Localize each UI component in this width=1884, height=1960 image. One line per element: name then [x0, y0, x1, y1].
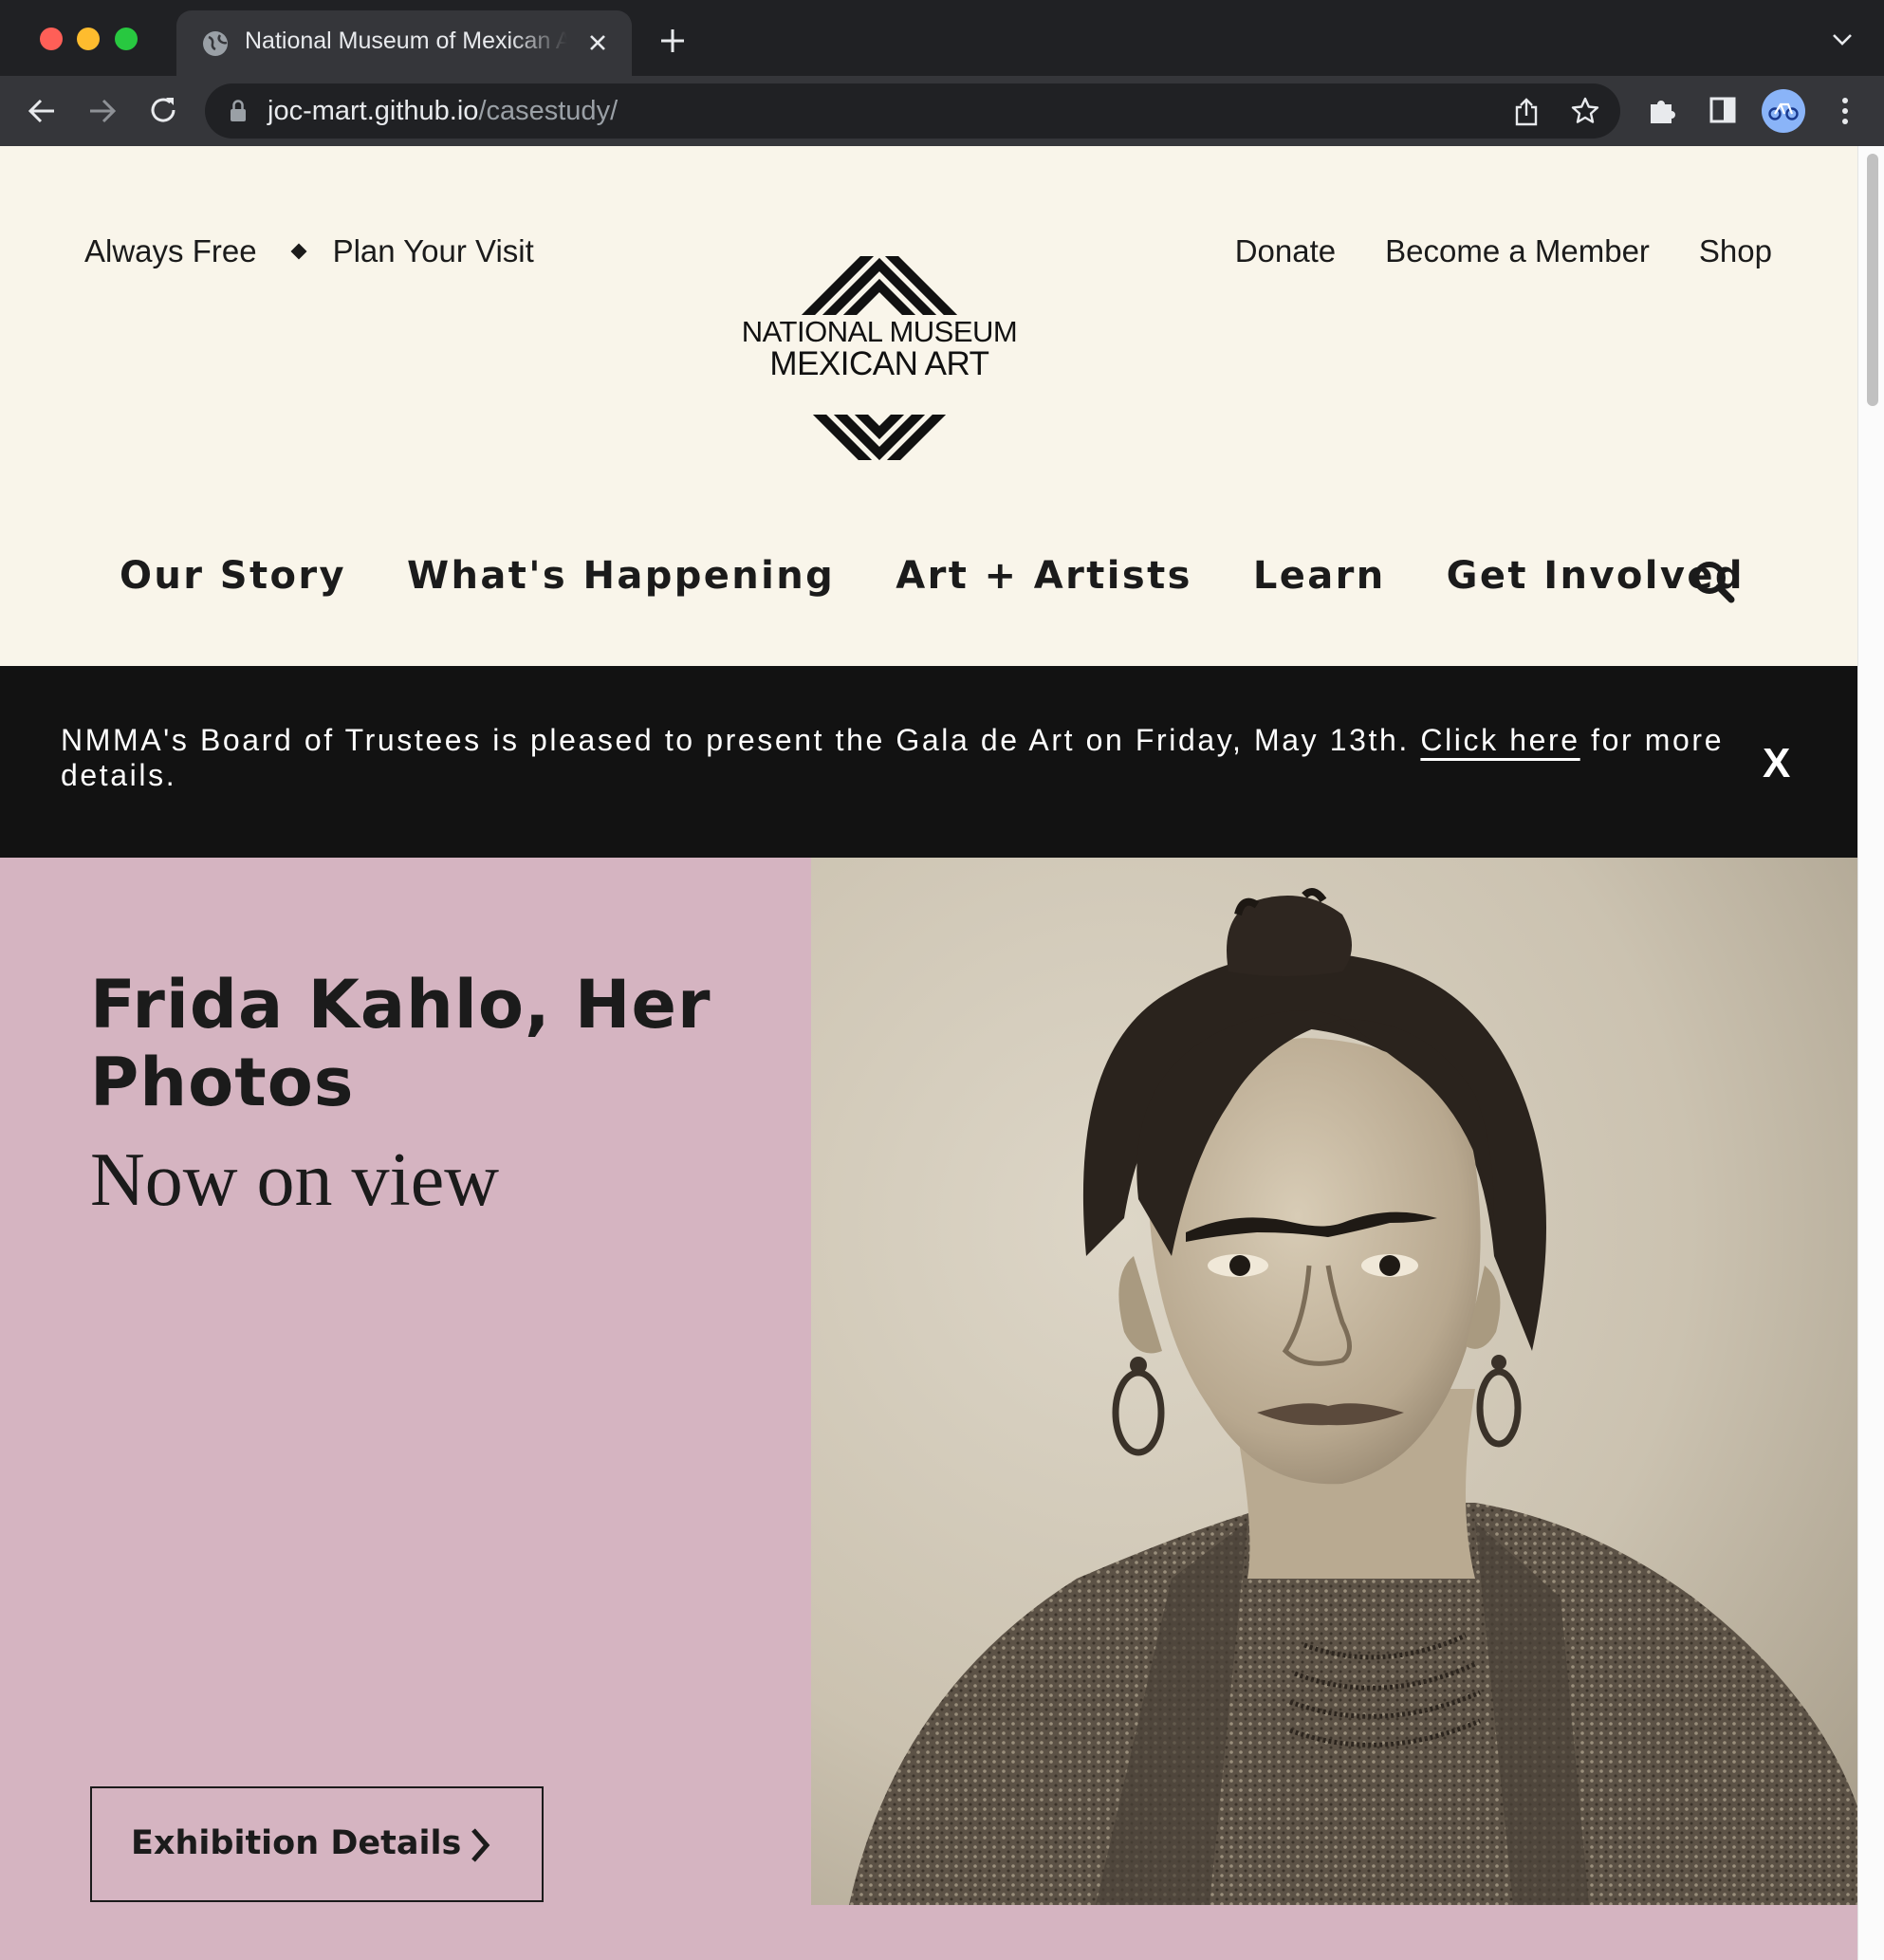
- tab-title: National Museum of Mexican Art: [245, 28, 567, 54]
- browser-toolbar: joc-mart.github.io/casestudy/: [0, 76, 1884, 146]
- shop-link[interactable]: Shop: [1699, 233, 1772, 269]
- diamond-separator-icon: [290, 243, 307, 260]
- portrait-image: [811, 858, 1857, 1905]
- chevron-down-icon[interactable]: [1831, 32, 1854, 47]
- forward-arrow-icon[interactable]: [87, 97, 118, 125]
- banner-text-before: NMMA's Board of Trustees is pleased to p…: [61, 723, 1421, 757]
- hero-title: Frida Kahlo, Her Photos: [90, 966, 711, 1121]
- profile-avatar[interactable]: [1762, 89, 1805, 133]
- banner-click-here-link[interactable]: Click here: [1420, 723, 1579, 757]
- address-bar[interactable]: joc-mart.github.io/casestudy/: [205, 83, 1620, 139]
- url-host: joc-mart.github.io: [268, 96, 479, 126]
- minimize-window-button[interactable]: [77, 28, 100, 50]
- extensions-puzzle-icon[interactable]: [1647, 95, 1677, 125]
- globe-icon: [203, 31, 228, 56]
- reload-icon[interactable]: [148, 95, 178, 125]
- page-viewport: Always Free Plan Your Visit Donate Becom…: [0, 146, 1884, 1960]
- chevron-right-icon: [471, 1828, 490, 1862]
- banner-message: NMMA's Board of Trustees is pleased to p…: [61, 723, 1740, 793]
- new-tab-icon[interactable]: [658, 27, 687, 55]
- announcement-banner: NMMA's Board of Trustees is pleased to p…: [0, 666, 1857, 858]
- bicycle-icon: [1768, 102, 1799, 120]
- hero-bottom-strip: [0, 1905, 1857, 1960]
- banner-close-button[interactable]: X: [1763, 740, 1790, 787]
- utility-nav-right: Donate Become a Member Shop: [1235, 233, 1772, 269]
- hero-subtitle: Now on view: [90, 1138, 500, 1222]
- become-a-member-link[interactable]: Become a Member: [1385, 233, 1650, 269]
- page-scrollbar[interactable]: [1857, 146, 1884, 1960]
- kebab-menu-icon[interactable]: [1840, 97, 1850, 125]
- always-free-link[interactable]: Always Free: [84, 233, 257, 269]
- exhibition-details-label: Exhibition Details: [131, 1824, 462, 1862]
- bookmark-star-icon[interactable]: [1571, 97, 1599, 125]
- frida-kahlo-portrait-photo: [811, 858, 1857, 1905]
- lock-icon[interactable]: [230, 100, 247, 122]
- share-icon[interactable]: [1514, 97, 1539, 127]
- nav-learn[interactable]: Learn: [1253, 554, 1386, 598]
- utility-nav-left: Always Free Plan Your Visit: [84, 233, 534, 269]
- maximize-window-button[interactable]: [115, 28, 138, 50]
- url-text[interactable]: joc-mart.github.io/casestudy/: [268, 96, 618, 127]
- site-logo[interactable]: NATIONAL MUSEUM OF MEXICAN ART: [718, 256, 1058, 460]
- site-header: Always Free Plan Your Visit Donate Becom…: [0, 146, 1857, 666]
- scrollbar-thumb[interactable]: [1867, 154, 1878, 406]
- plan-your-visit-link[interactable]: Plan Your Visit: [333, 233, 534, 269]
- nav-whats-happening[interactable]: What's Happening: [407, 554, 835, 598]
- url-path: /casestudy/: [478, 96, 619, 126]
- browser-titlebar: National Museum of Mexican Art: [0, 0, 1884, 76]
- nav-our-story[interactable]: Our Story: [120, 554, 346, 598]
- nav-art-artists[interactable]: Art + Artists: [896, 554, 1192, 598]
- tab-close-icon[interactable]: [586, 31, 609, 54]
- close-window-button[interactable]: [40, 28, 63, 50]
- web-page: Always Free Plan Your Visit Donate Becom…: [0, 146, 1857, 1960]
- search-icon[interactable]: [1691, 560, 1735, 603]
- donate-link[interactable]: Donate: [1235, 233, 1336, 269]
- exhibition-details-button[interactable]: Exhibition Details: [90, 1786, 544, 1902]
- back-arrow-icon[interactable]: [27, 97, 57, 125]
- browser-tab[interactable]: National Museum of Mexican Art: [176, 10, 632, 76]
- main-navigation: Our Story What's Happening Art + Artists…: [120, 554, 1805, 598]
- logo-line-2: MEXICAN ART: [718, 345, 1041, 383]
- side-panel-icon[interactable]: [1709, 97, 1736, 123]
